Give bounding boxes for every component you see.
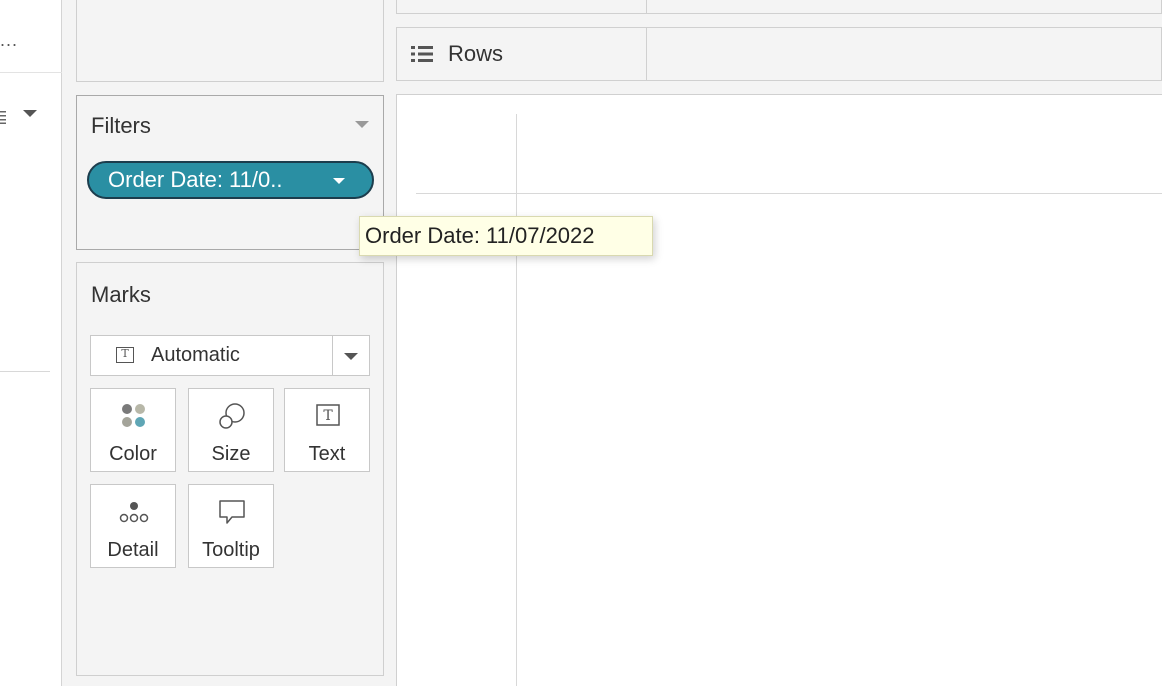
- pill-caret-down-icon[interactable]: [333, 178, 345, 184]
- divider: [646, 28, 647, 80]
- columns-shelf[interactable]: [396, 0, 1162, 14]
- rows-shelf[interactable]: Rows: [396, 27, 1162, 81]
- size-button-label: Size: [211, 443, 251, 465]
- size-button[interactable]: Size: [188, 388, 274, 472]
- color-dots-icon: [122, 404, 145, 427]
- rows-list-icon: [411, 46, 433, 62]
- marks-title: Marks: [91, 282, 151, 307]
- speech-bubble-icon: [219, 500, 245, 524]
- detail-dots-icon: [119, 502, 149, 523]
- hover-tooltip: Order Date: 11/07/2022: [359, 216, 653, 256]
- divider: [0, 371, 50, 372]
- detail-button-label: Detail: [107, 539, 159, 561]
- divider: [0, 72, 62, 73]
- filter-pill-order-date[interactable]: Order Date: 11/0..: [87, 161, 374, 199]
- detail-button[interactable]: Detail: [90, 484, 176, 568]
- tooltip-button[interactable]: Tooltip: [188, 484, 274, 568]
- data-pane-ellipsis[interactable]: ...: [0, 30, 18, 51]
- text-button-label: Text: [308, 443, 346, 465]
- caret-down-icon[interactable]: [23, 110, 37, 117]
- color-button[interactable]: Color: [90, 388, 176, 472]
- caret-down-icon[interactable]: [344, 353, 358, 360]
- filters-menu-caret-icon[interactable]: [355, 121, 369, 128]
- size-circles-icon: [219, 403, 245, 429]
- filter-pill-label: Order Date: 11/0..: [108, 167, 283, 192]
- filters-card[interactable]: Filters Order Date: 11/0..: [76, 95, 384, 250]
- filters-title: Filters: [91, 113, 151, 138]
- data-pane: [0, 0, 62, 686]
- list-icon[interactable]: [0, 110, 6, 124]
- mark-type-dropdown[interactable]: T Automatic: [90, 335, 370, 376]
- svg-text:T: T: [323, 408, 333, 424]
- view-canvas[interactable]: [396, 94, 1162, 686]
- divider: [332, 336, 333, 375]
- tooltip-button-label: Tooltip: [202, 539, 260, 561]
- text-button[interactable]: T Text: [284, 388, 370, 472]
- mark-type-label: Automatic: [151, 344, 240, 366]
- text-mark-icon: T: [316, 404, 340, 426]
- color-button-label: Color: [109, 443, 157, 465]
- text-mark-icon: T: [116, 347, 134, 363]
- rows-shelf-label: Rows: [448, 41, 504, 66]
- marks-card: Marks T Automatic Color Size T Text Deta…: [76, 262, 384, 676]
- pages-card: [76, 0, 384, 82]
- divider: [646, 0, 647, 13]
- view-gridline-vertical: [516, 114, 517, 686]
- view-gridline-horizontal: [416, 193, 1162, 194]
